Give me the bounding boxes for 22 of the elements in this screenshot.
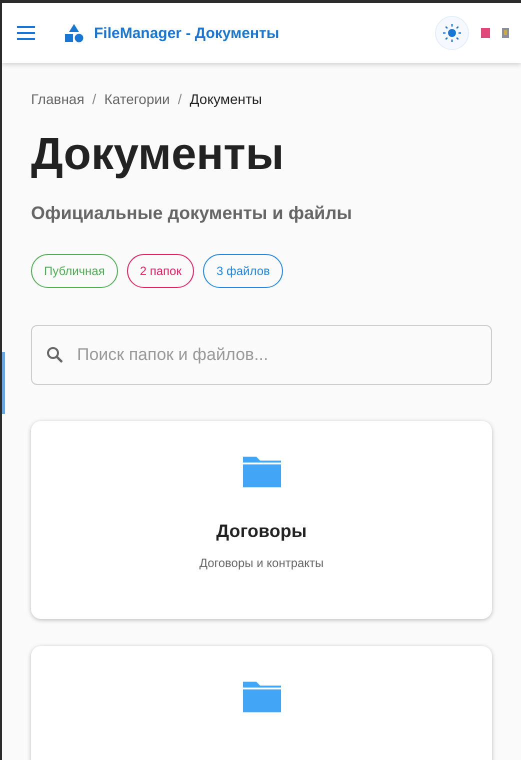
search-icon bbox=[46, 346, 64, 364]
device-icon[interactable] bbox=[502, 28, 509, 38]
tag: Публичная bbox=[31, 254, 118, 288]
folder-card[interactable]: Договоры Договоры и контракты bbox=[31, 420, 492, 618]
breadcrumb-separator: / bbox=[178, 91, 182, 107]
flag-icon[interactable] bbox=[481, 28, 490, 38]
tag: 3 файлов bbox=[203, 254, 283, 288]
breadcrumb-link[interactable]: Главная bbox=[31, 91, 84, 107]
menu-icon[interactable] bbox=[16, 25, 36, 41]
folder-description: Договоры и контракты bbox=[199, 556, 324, 570]
tag: 2 папок bbox=[126, 254, 194, 288]
breadcrumb-link[interactable]: Документы bbox=[190, 91, 262, 107]
breadcrumb-link[interactable]: Категории bbox=[104, 91, 170, 107]
side-indicator bbox=[2, 352, 5, 414]
app-title: FileManager - Документы bbox=[94, 24, 280, 42]
folder-name: Договоры bbox=[216, 520, 307, 542]
shapes-icon bbox=[64, 23, 84, 43]
breadcrumb-separator: / bbox=[92, 91, 96, 107]
page-title: Документы bbox=[31, 129, 286, 178]
search-field[interactable]: Поиск папок и файлов... bbox=[31, 324, 492, 384]
page-subtitle: Официальные документы и файлы bbox=[31, 202, 354, 224]
sun-icon[interactable] bbox=[435, 16, 469, 50]
